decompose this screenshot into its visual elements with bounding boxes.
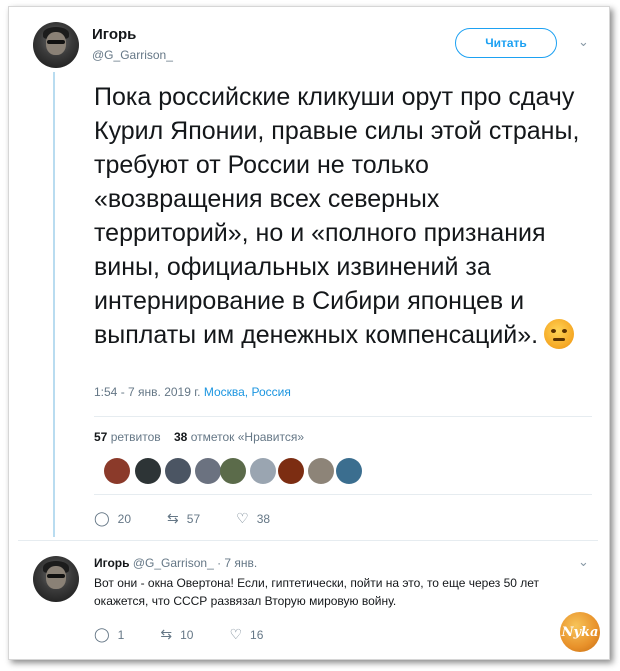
author-name[interactable]: Игорь	[92, 26, 136, 43]
retweets-label[interactable]: ретвитов	[111, 430, 161, 444]
follow-button[interactable]: Читать	[455, 28, 557, 58]
reply-author-handle[interactable]: @G_Garrison_	[133, 556, 214, 570]
retweet-icon: ⇆	[167, 510, 179, 526]
chevron-down-icon[interactable]: ⌄	[578, 554, 589, 570]
tweet-body: Пока российские кликуши орут про сдачу К…	[94, 83, 580, 349]
angry-face-icon	[544, 319, 575, 349]
liker-avatar[interactable]	[220, 458, 246, 484]
retweet-button[interactable]: ⇆ 10	[160, 626, 193, 643]
liker-avatar[interactable]	[308, 458, 334, 484]
retweet-button[interactable]: ⇆ 57	[167, 510, 200, 527]
chevron-down-icon[interactable]: ⌄	[578, 34, 589, 50]
liker-avatar[interactable]	[278, 458, 304, 484]
reply-author-name[interactable]: Игорь	[94, 556, 130, 570]
reply-date[interactable]: · 7 янв.	[217, 556, 257, 570]
likes-label[interactable]: отметок «Нравится»	[191, 430, 304, 444]
liker-avatar[interactable]	[135, 458, 161, 484]
reply-count: 20	[117, 511, 132, 526]
retweet-count: 10	[180, 627, 194, 642]
liker-avatar[interactable]	[336, 458, 362, 484]
liker-avatar[interactable]	[250, 458, 276, 484]
reply-actions: ◯ 1 ⇆ 10 ♡ 16	[94, 626, 263, 643]
liker-avatar[interactable]	[165, 458, 191, 484]
reply-header: Игорь @G_Garrison_ · 7 янв.	[94, 556, 257, 570]
tweet-location[interactable]: Москва, Россия	[204, 385, 291, 399]
reply-icon: ◯	[94, 510, 110, 526]
watermark-logo: Nyka	[560, 612, 600, 652]
tweet-text: Пока российские кликуши орут про сдачу К…	[94, 80, 599, 352]
tweet-stats: 57 ретвитов 38 отметок «Нравится»	[94, 430, 304, 444]
divider	[94, 416, 592, 417]
reply-text: Вот они - окна Овертона! Если, гиптетиче…	[94, 576, 540, 608]
liker-avatar[interactable]	[104, 458, 130, 484]
tweet-time[interactable]: 1:54 - 7 янв. 2019 г.	[94, 385, 200, 399]
author-avatar[interactable]	[33, 22, 79, 68]
heart-icon: ♡	[229, 626, 243, 642]
reply-icon: ◯	[94, 626, 110, 642]
retweets-count[interactable]: 57	[94, 430, 107, 444]
divider	[18, 540, 598, 541]
thread-line	[53, 72, 55, 537]
like-count: 16	[250, 627, 264, 642]
like-button[interactable]: ♡ 38	[236, 510, 270, 527]
reply-count: 1	[117, 627, 125, 642]
likes-count[interactable]: 38	[174, 430, 187, 444]
like-count: 38	[256, 511, 271, 526]
reply-button[interactable]: ◯ 20	[94, 510, 131, 527]
retweet-icon: ⇆	[160, 626, 173, 642]
retweet-count: 57	[186, 511, 201, 526]
reply-author-avatar[interactable]	[33, 556, 79, 602]
author-handle[interactable]: @G_Garrison_	[92, 48, 173, 62]
heart-icon: ♡	[236, 510, 249, 526]
like-button[interactable]: ♡ 16	[229, 626, 263, 643]
tweet-meta: 1:54 - 7 янв. 2019 г. Москва, Россия	[94, 385, 291, 399]
watermark-text: Nyka	[561, 624, 599, 640]
tweet-actions: ◯ 20 ⇆ 57 ♡ 38	[94, 510, 270, 527]
divider	[94, 494, 592, 495]
reply-button[interactable]: ◯ 1	[94, 626, 124, 643]
liker-avatar[interactable]	[195, 458, 221, 484]
